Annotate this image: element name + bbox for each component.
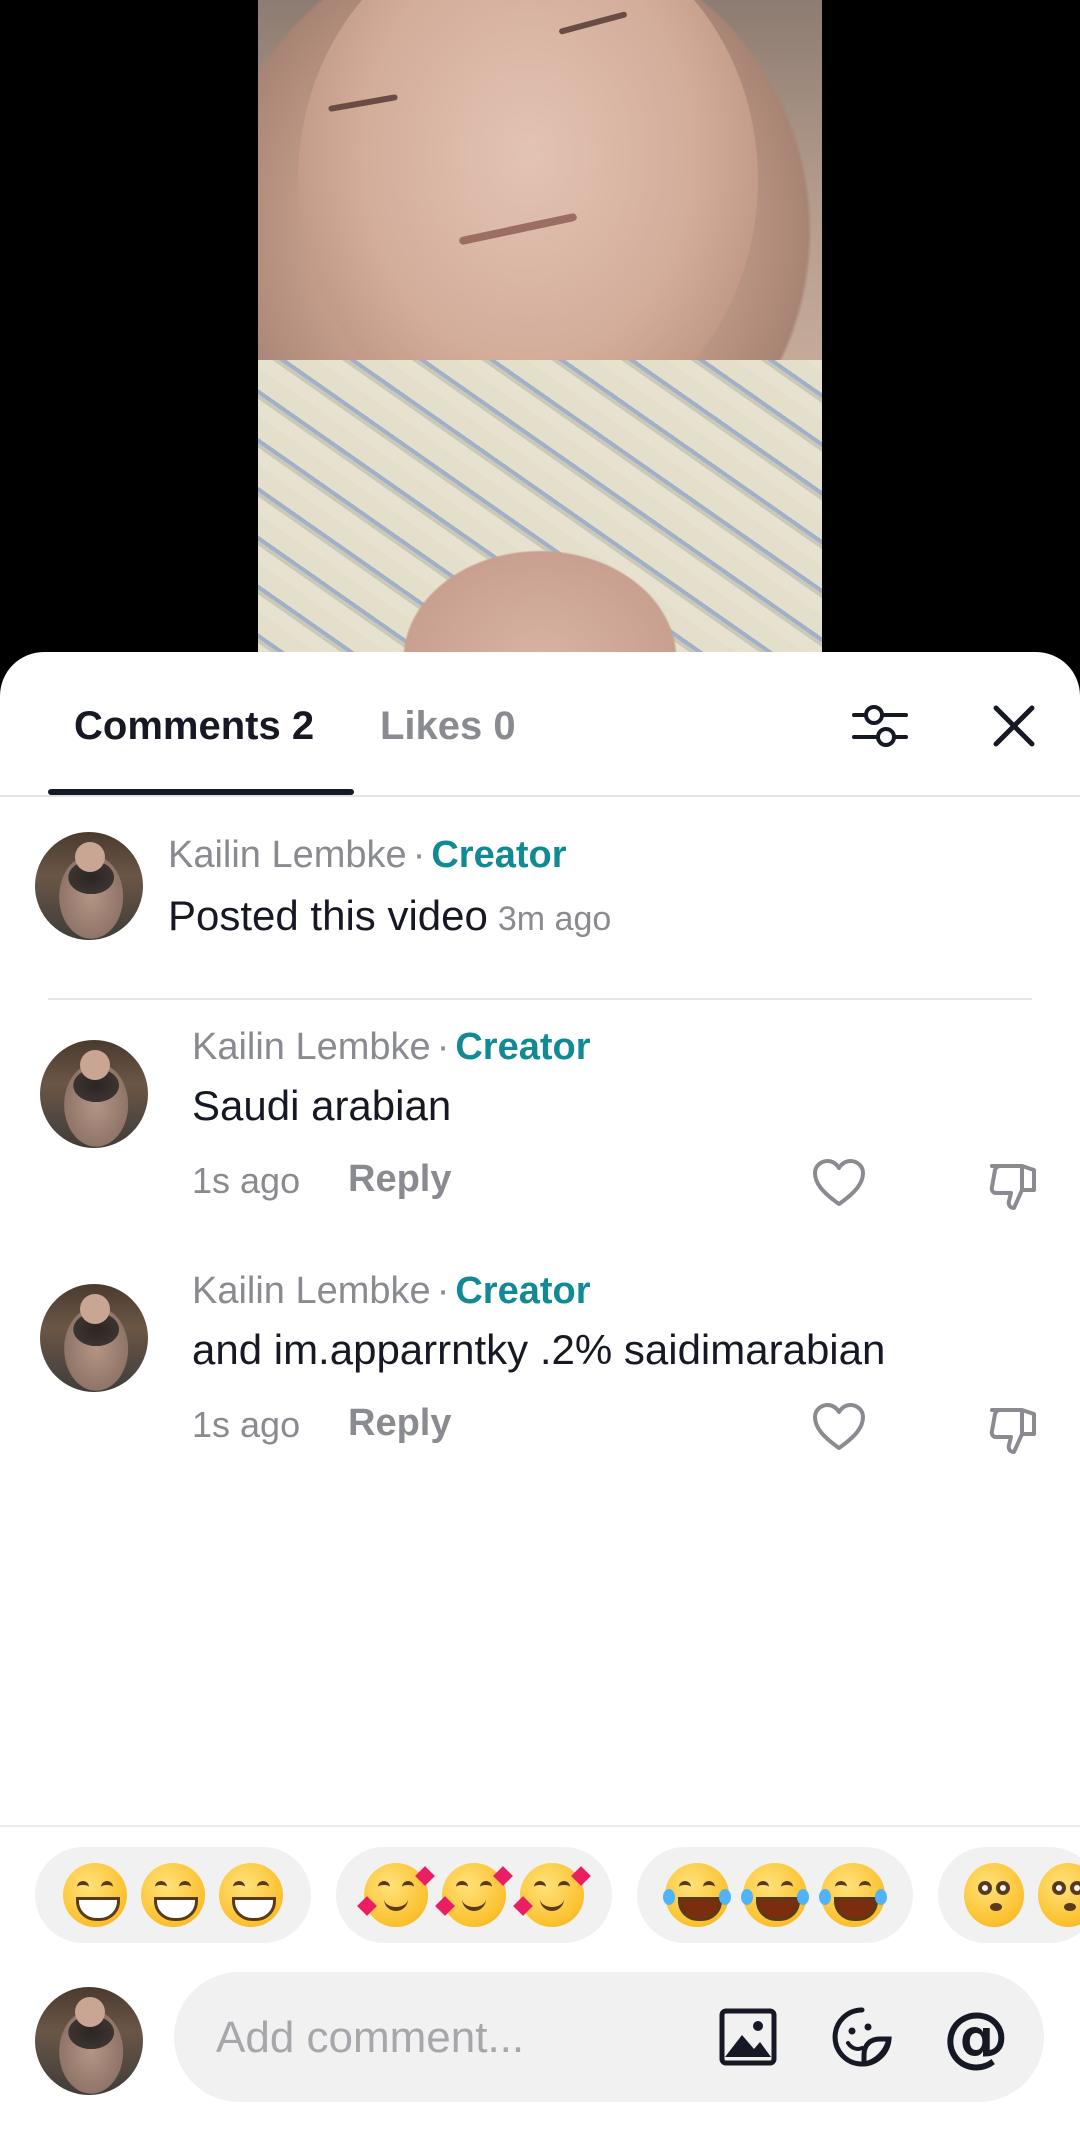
comment-author-line: Kailin Lembke · Creator [168, 834, 567, 877]
sticker-icon [832, 2007, 892, 2067]
add-comment-input[interactable] [214, 1972, 698, 2104]
emoji-suggestion-flushed[interactable] [938, 1847, 1080, 1943]
heart-icon [813, 1159, 865, 1206]
reply-button[interactable]: Reply [348, 1158, 451, 1201]
tab-comments[interactable]: Comments 2 [74, 704, 314, 749]
comment-author-line: Kailin Lembke · Creator [192, 1026, 591, 1069]
like-button[interactable] [812, 1158, 872, 1214]
beaming-face-icon [63, 1863, 127, 1927]
author-name[interactable]: Kailin Lembke [192, 1026, 431, 1068]
tears-of-joy-icon [663, 1863, 731, 1927]
tab-likes[interactable]: Likes 0 [380, 704, 516, 749]
divider [0, 1825, 1080, 1827]
heart-icon [813, 1403, 865, 1450]
tears-of-joy-icon [819, 1863, 887, 1927]
tears-of-joy-icon [741, 1863, 809, 1927]
creator-badge: Creator [455, 1026, 591, 1068]
avatar[interactable] [40, 1284, 148, 1392]
comment-time: 1s ago [192, 1404, 301, 1445]
avatar[interactable] [35, 832, 143, 940]
smiling-face-with-hearts-icon [513, 1863, 591, 1927]
separator: · [436, 1026, 450, 1068]
close-button[interactable] [978, 690, 1050, 762]
image-icon [719, 2008, 777, 2066]
flushed-face-icon [964, 1863, 1024, 1927]
author-name[interactable]: Kailin Lembke [192, 1270, 431, 1312]
comments-sheet: Comments 2 Likes 0 Kailin Lembke · Creator… [0, 652, 1080, 2140]
avatar[interactable] [40, 1040, 148, 1148]
like-button[interactable] [812, 1402, 872, 1458]
divider [48, 998, 1032, 1000]
active-tab-indicator [48, 789, 354, 795]
comment-author-line: Kailin Lembke · Creator [192, 1270, 591, 1313]
reply-button[interactable]: Reply [348, 1402, 451, 1445]
video-player[interactable] [0, 0, 1080, 660]
dislike-icon [989, 1408, 1036, 1454]
dislike-button[interactable] [986, 1404, 1042, 1460]
emoji-suggestion-beaming[interactable] [35, 1847, 311, 1943]
emoji-suggestion-joy[interactable] [637, 1847, 913, 1943]
creator-post-text: Posted this video 3m ago [168, 892, 611, 940]
smiling-face-with-hearts-icon [435, 1863, 513, 1927]
filter-icon [852, 705, 908, 747]
close-icon [993, 705, 1035, 747]
sticker-button[interactable] [828, 2003, 896, 2071]
current-user-avatar[interactable] [35, 1987, 143, 2095]
post-time: 3m ago [497, 900, 612, 938]
filter-button[interactable] [844, 690, 916, 762]
comment-composer: @ [174, 1972, 1044, 2104]
tab-bar: Comments 2 Likes 0 [0, 652, 1080, 797]
dislike-button[interactable] [986, 1160, 1042, 1216]
dislike-icon [989, 1164, 1036, 1210]
image-button[interactable] [714, 2003, 782, 2071]
comment-text: and im.apparrntky .2% saidimarabian [192, 1326, 886, 1373]
separator: · [436, 1270, 450, 1312]
mention-button[interactable]: @ [942, 2003, 1010, 2071]
author-name[interactable]: Kailin Lembke [168, 834, 407, 876]
beaming-face-icon [219, 1863, 283, 1927]
smiling-face-with-hearts-icon [357, 1863, 435, 1927]
beaming-face-icon [141, 1863, 205, 1927]
post-text: Posted this video [168, 892, 488, 939]
comment-text: Saudi arabian [192, 1082, 452, 1129]
creator-badge: Creator [455, 1270, 591, 1312]
flushed-face-icon [1038, 1863, 1080, 1927]
creator-badge: Creator [431, 834, 567, 876]
mention-icon: @ [943, 1998, 1009, 2075]
separator: · [412, 834, 426, 876]
video-detail [258, 360, 822, 660]
emoji-suggestion-hearts[interactable] [336, 1847, 612, 1943]
comment-time: 1s ago [192, 1160, 301, 1201]
video-frame [258, 0, 822, 660]
